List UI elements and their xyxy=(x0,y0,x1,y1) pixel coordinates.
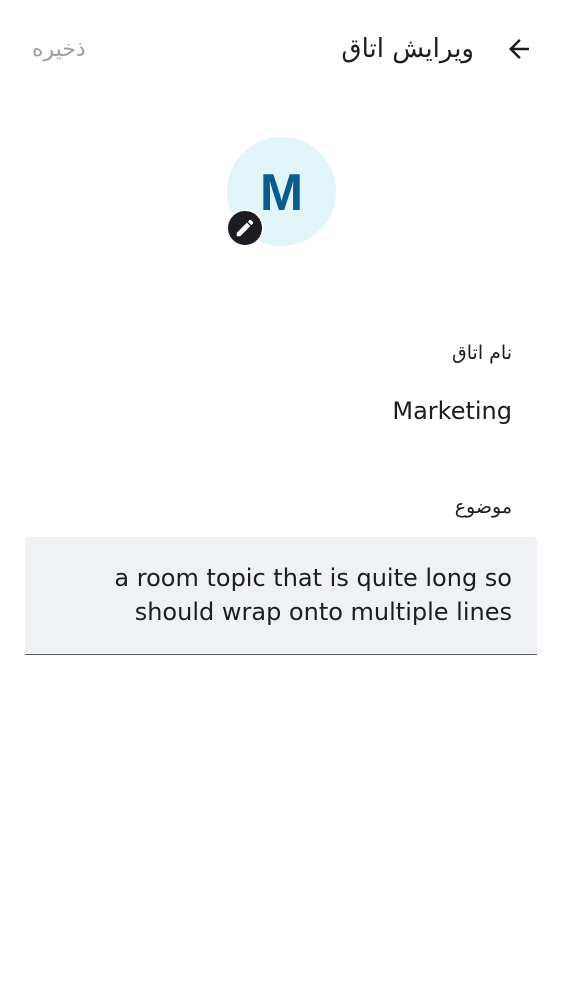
pencil-icon xyxy=(236,219,254,237)
avatar-initial: M xyxy=(259,163,304,222)
room-name-input[interactable]: Marketing xyxy=(392,397,512,425)
top-app-bar: ذخیره ویرایش اتاق xyxy=(0,0,562,100)
page-title: ویرایش اتاق xyxy=(341,34,474,64)
edit-room-screen: ذخیره ویرایش اتاق M نام اتاق Marketing م… xyxy=(0,0,562,1000)
edit-avatar-button[interactable] xyxy=(226,209,264,247)
back-button[interactable] xyxy=(496,26,542,72)
arrow-left-icon xyxy=(509,39,529,59)
topic-text: a room topic that is quite long so shoul… xyxy=(114,564,512,626)
save-button[interactable]: ذخیره xyxy=(20,26,98,72)
topic-label: موضوع xyxy=(454,496,512,518)
topic-input[interactable]: a room topic that is quite long so shoul… xyxy=(25,537,537,655)
room-name-label: نام اتاق xyxy=(452,342,512,364)
